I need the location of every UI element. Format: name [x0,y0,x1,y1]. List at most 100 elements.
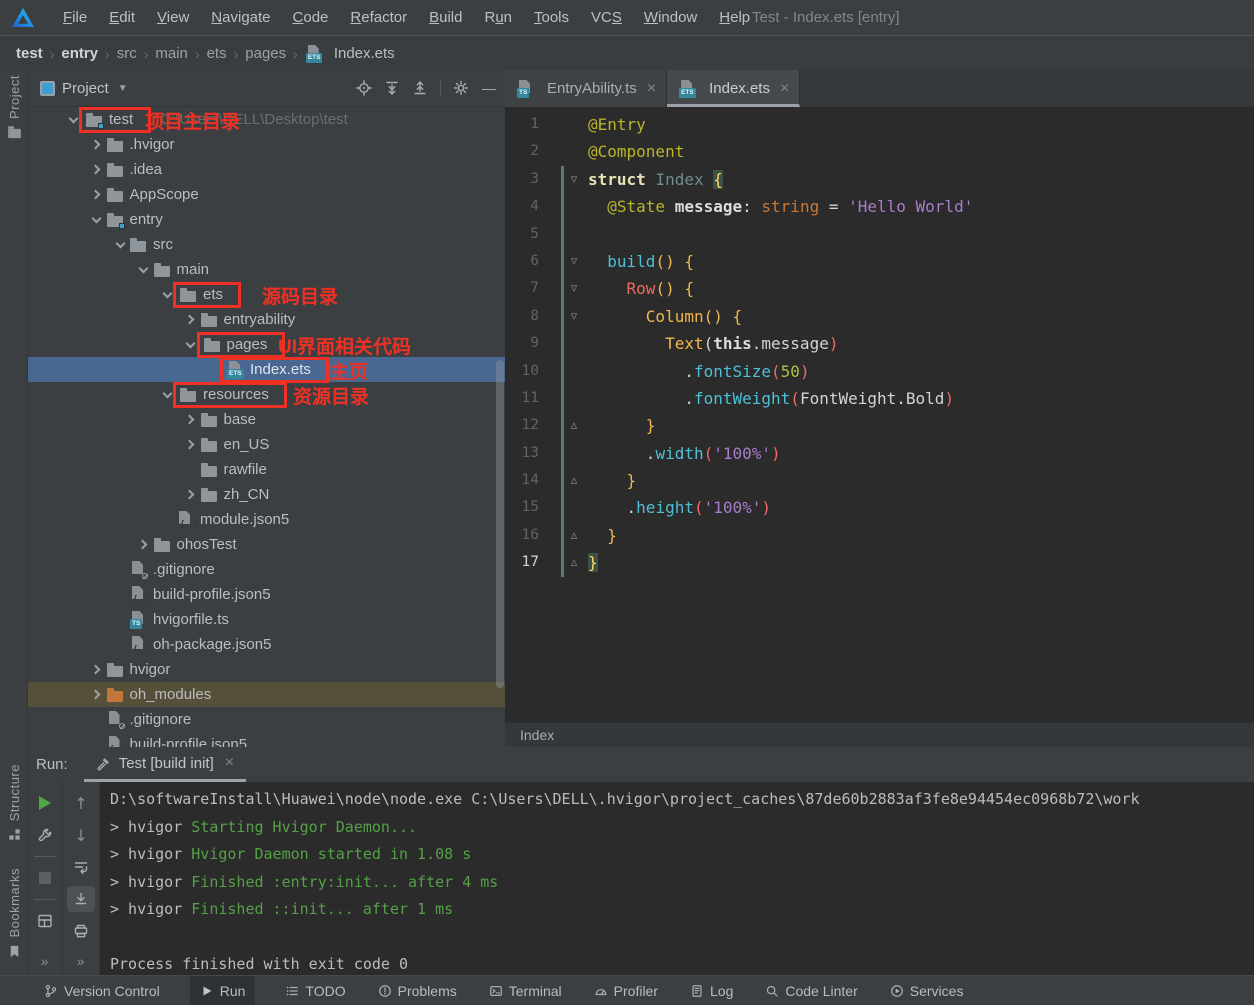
arrow-down-icon[interactable]: ↓ [67,822,95,848]
chevron-collapsed-icon[interactable] [91,140,101,150]
editor-code[interactable]: 1@Entry2@Component3▿struct Index {4 @Sta… [505,107,1254,722]
fold-marker-icon[interactable]: ▿ [561,275,587,302]
fold-marker-icon[interactable]: ▵ [561,412,587,439]
tree-item-en-us[interactable]: en_US [28,432,505,457]
breadcrumb-entry[interactable]: entry [59,45,100,62]
tree-item-oh-modules[interactable]: oh_modules [28,682,505,707]
tree-item-ohostest[interactable]: ohosTest [28,532,505,557]
statusbar-item-code-linter[interactable]: Code Linter [763,976,859,1005]
tree-item-index-ets[interactable]: ETSIndex.ets主页 [28,357,505,382]
breadcrumb-main[interactable]: main [153,45,190,62]
tree-item-build-profile-json5[interactable]: {..}build-profile.json5 [28,582,505,607]
breadcrumb-file[interactable]: ETSIndex.ets [306,45,395,62]
statusbar-item-profiler[interactable]: Profiler [592,976,660,1005]
locate-icon[interactable] [356,80,372,96]
chevron-collapsed-icon[interactable] [91,165,101,175]
menu-edit[interactable]: Edit [98,0,146,35]
menu-file[interactable]: File [52,0,98,35]
menu-refactor[interactable]: Refactor [339,0,418,35]
statusbar-item-problems[interactable]: Problems [376,976,459,1005]
more-icon[interactable]: » [77,953,86,969]
stop-icon[interactable] [31,865,59,891]
statusbar-item-log[interactable]: Log [688,976,735,1005]
statusbar-item-terminal[interactable]: Terminal [487,976,564,1005]
fold-marker-icon[interactable]: ▵ [561,549,587,576]
more-icon[interactable]: » [41,953,50,969]
rerun-icon[interactable] [31,790,59,816]
editor-breadcrumb[interactable]: Index [505,722,1254,747]
statusbar-item-run[interactable]: Run [190,976,256,1005]
scroll-end-icon[interactable] [67,886,95,912]
chevron-expanded-icon[interactable] [162,388,172,398]
tree-item-hvigorfile-ts[interactable]: TShvigorfile.ts [28,607,505,632]
chevron-collapsed-icon[interactable] [185,415,195,425]
chevron-expanded-icon[interactable] [115,238,125,248]
fold-marker-icon[interactable]: ▿ [561,166,587,193]
menu-view[interactable]: View [146,0,200,35]
breadcrumb-src[interactable]: src [115,45,139,62]
tree-item-idea[interactable]: .idea [28,157,505,182]
tree-item-ets[interactable]: ets源码目录 [28,282,505,307]
collapse-all-icon[interactable] [412,80,428,96]
tree-item-pages[interactable]: pagesUI界面相关代码 [28,332,505,357]
tree-item-gitignore[interactable]: .gitignore [28,707,505,732]
chevron-collapsed-icon[interactable] [138,540,148,550]
softwrap-icon[interactable] [67,854,95,880]
breadcrumb-test[interactable]: test [14,45,45,62]
fold-marker-icon[interactable]: ▵ [561,522,587,549]
arrow-up-icon[interactable]: ↑ [67,790,95,816]
chevron-expanded-icon[interactable] [92,213,102,223]
project-tree[interactable]: testC:\Users\DELL\Desktop\test项目主目录.hvig… [28,107,505,747]
fold-marker-icon[interactable]: ▿ [561,248,587,275]
tree-item-base[interactable]: base [28,407,505,432]
statusbar-item-todo[interactable]: TODO [283,976,347,1005]
menu-code[interactable]: Code [282,0,340,35]
menu-navigate[interactable]: Navigate [200,0,281,35]
chevron-expanded-icon[interactable] [186,338,196,348]
tree-item-rawfile[interactable]: rawfile [28,457,505,482]
chevron-collapsed-icon[interactable] [91,190,101,200]
wrench-icon[interactable] [31,822,59,848]
layout-icon[interactable] [31,908,59,934]
project-view-selector[interactable]: Project ▼ [40,80,128,97]
chevron-collapsed-icon[interactable] [91,665,101,675]
expand-all-icon[interactable] [384,80,400,96]
tree-item-build-profile-json5[interactable]: {..}build-profile.json5 [28,732,505,747]
breadcrumb-pages[interactable]: pages [243,45,288,62]
tree-item-module-json5[interactable]: {..}module.json5 [28,507,505,532]
project-scrollbar-thumb[interactable] [496,360,504,688]
tool-stripe-bookmarks[interactable]: Bookmarks [0,868,28,959]
tree-item-main[interactable]: main [28,257,505,282]
close-icon[interactable]: × [225,754,234,772]
chevron-collapsed-icon[interactable] [185,315,195,325]
tree-item-test[interactable]: testC:\Users\DELL\Desktop\test项目主目录 [28,107,505,132]
tab-entryability-ts[interactable]: TSEntryAbility.ts× [505,70,667,107]
fold-marker-icon[interactable]: ▵ [561,467,587,494]
menu-build[interactable]: Build [418,0,473,35]
statusbar-item-version-control[interactable]: Version Control [42,976,162,1005]
chevron-collapsed-icon[interactable] [185,440,195,450]
breadcrumb-ets[interactable]: ets [205,45,229,62]
tree-item-hvigor[interactable]: hvigor [28,657,505,682]
printer-icon[interactable] [67,918,95,944]
chevron-expanded-icon[interactable] [139,263,149,273]
run-tab[interactable]: Test [build init] × [84,747,246,782]
tree-item-appscope[interactable]: AppScope [28,182,505,207]
tree-item-entry[interactable]: entry [28,207,505,232]
tree-item-gitignore[interactable]: .gitignore [28,557,505,582]
menu-window[interactable]: Window [633,0,708,35]
menu-run[interactable]: Run [473,0,523,35]
chevron-expanded-icon[interactable] [68,113,78,123]
tree-item-zh-cn[interactable]: zh_CN [28,482,505,507]
settings-icon[interactable] [453,80,469,96]
tree-item-src[interactable]: src [28,232,505,257]
tree-item-hvigor[interactable]: .hvigor [28,132,505,157]
menu-vcs[interactable]: VCS [580,0,633,35]
tree-item-entryability[interactable]: entryability [28,307,505,332]
chevron-collapsed-icon[interactable] [185,490,195,500]
chevron-expanded-icon[interactable] [162,288,172,298]
fold-marker-icon[interactable]: ▿ [561,303,587,330]
tree-item-oh-package-json5[interactable]: {..}oh-package.json5 [28,632,505,657]
chevron-collapsed-icon[interactable] [91,690,101,700]
tab-index-ets[interactable]: ETSIndex.ets× [667,70,800,107]
